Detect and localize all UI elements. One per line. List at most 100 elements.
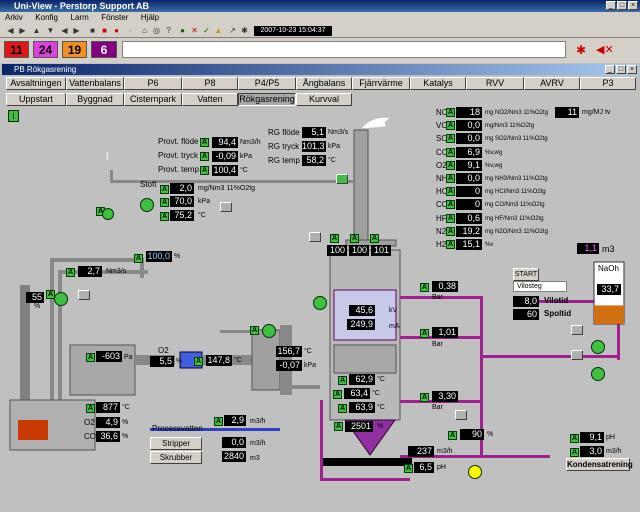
rg-flode-value: 5,1 [302,127,326,138]
hx-temp-value: 147,8 [206,355,232,366]
emission-value: 0,0 [456,173,482,184]
emission-unit: mg NH3/Nm3 11%O2tg [485,176,548,182]
flow-unit: Nm3/s [106,268,127,275]
processvatten-label: Processvatten [152,424,203,433]
auto-flag: A [446,174,455,183]
ph2-unit: pH [606,434,615,441]
provt-tryck-label: Provt. tryck [158,151,199,160]
ph2-value: 9,1 [580,432,604,443]
stoft-fan[interactable] [140,198,154,212]
bar-value-2: 1,01 [432,327,458,338]
mode-field[interactable]: Vilosteg [513,281,567,292]
naoh-control-1[interactable] [571,325,583,335]
ma-unit: mA [389,323,400,330]
provt-tryck-unit: kPa [240,153,253,160]
top-percent-unit: % [174,253,181,260]
emission-unit: %v,wg [485,162,503,169]
stripper-unit: m3/h [250,440,266,447]
o2-unit: % [176,358,183,365]
auto-flag: A [334,422,343,431]
sample-pump[interactable] [102,208,114,220]
auto-flag: A [134,254,143,263]
auto-flag: A [446,200,455,210]
bar-unit-1: Bar [432,294,443,301]
nox-mj-unit: mg/MJ tv [582,109,611,116]
stripper-button[interactable]: Stripper [150,437,202,450]
stoft-value: 2,0 [170,183,194,194]
auto-flag: A [338,404,347,413]
duct-fan[interactable] [262,324,276,338]
auto-flag: A [350,234,359,243]
emission-value: 15,1 [456,239,482,250]
emission-value: 0,0 [456,133,482,145]
emission-unit: mg CO/Nm3 11%O2tg [485,202,545,209]
provt-flode-value: 94,4 [212,137,238,148]
scrubber-temp-3: 63,9 [349,402,375,413]
pressure-pa-unit: Pa [124,354,133,361]
bar-value-1: 0,38 [432,281,458,292]
flow-value: 2,7 [78,266,102,277]
kv-value: 45,6 [349,305,375,316]
kondensatrening-button[interactable]: Kondensatrening [566,458,633,471]
auto-flag: A [446,240,455,249]
light-icon [468,465,482,479]
scrubber-fan[interactable] [313,296,327,310]
provt-temp-value: 100,4 [212,165,238,176]
auto-flag: A [370,234,379,243]
auto-flag: A [194,357,203,366]
naoh-pump-2[interactable] [591,367,605,381]
stack-damper[interactable] [336,174,348,184]
fan-speed-unit: % [34,303,41,310]
processvatten-unit: m3/h [250,418,266,425]
auto-flag: A [214,417,223,426]
auto-flag: A [570,448,579,457]
auto-flag: A [446,134,455,144]
rg-tryck-label: RG tryck [268,142,300,151]
emission-value: 18 [456,107,482,118]
emission-unit: mg HF/Nm3 11%O2tg [485,215,544,222]
o2-value: 5,5 [150,356,174,367]
naoh-level-unit: m3 [602,244,615,254]
skrubber-value: 2840 [222,451,246,462]
bottom-control[interactable] [455,410,467,420]
fan-pump[interactable] [54,292,68,306]
co-value: 36,6 [96,431,120,442]
naoh-control-2[interactable] [571,350,583,360]
start-button[interactable]: START [513,268,539,281]
fan-control[interactable] [78,290,90,300]
rg-flode-unit: Nm3/s [328,129,349,136]
ph-unit: pH [437,464,446,471]
auto-flag: A [160,198,169,207]
auto-flag: A [66,268,75,277]
o2b-label: O2 [84,418,95,427]
stoft-kpa-value: 70,0 [170,196,194,207]
provt-tryck-value: -0,09 [212,151,238,162]
emission-value: 9,1 [456,159,482,171]
stoft-unit: mg/Nm3 11%O2tg [198,185,256,192]
bar-value-3: 3,30 [432,391,458,402]
valve-unit: % [487,431,494,438]
provt-flode-unit: Nm3/h [240,139,261,146]
provt-temp-unit: °C [240,167,248,174]
rg-tryck-unit: kPa [328,143,341,150]
stoft-label: Stoft [140,180,157,189]
auto-flag: A [330,234,339,243]
naoh-pump-1[interactable] [591,340,605,354]
q-unit: m3/h [606,448,622,455]
auto-flag: A [333,390,342,399]
stoft-control[interactable] [220,202,232,212]
duct-temp-value: 156,7 [276,346,302,357]
o2-label: O2 [158,346,169,355]
emission-value: 6,9 [456,146,482,158]
auto-flag: A [420,393,429,402]
auto-flag: A [446,226,455,236]
bar-unit-3: Bar [432,404,443,411]
auto-flag: A [448,431,457,440]
stack-control-1[interactable] [309,232,321,242]
nox-mj-value: 11 [555,107,579,118]
skrubber-button[interactable]: Skrubber [150,451,202,464]
hx-temp-unit: °C [234,357,242,364]
auto-flag: A [86,404,95,413]
circ-flow-unit: m3/h [437,448,453,455]
o2b-value: 4,9 [96,417,120,428]
